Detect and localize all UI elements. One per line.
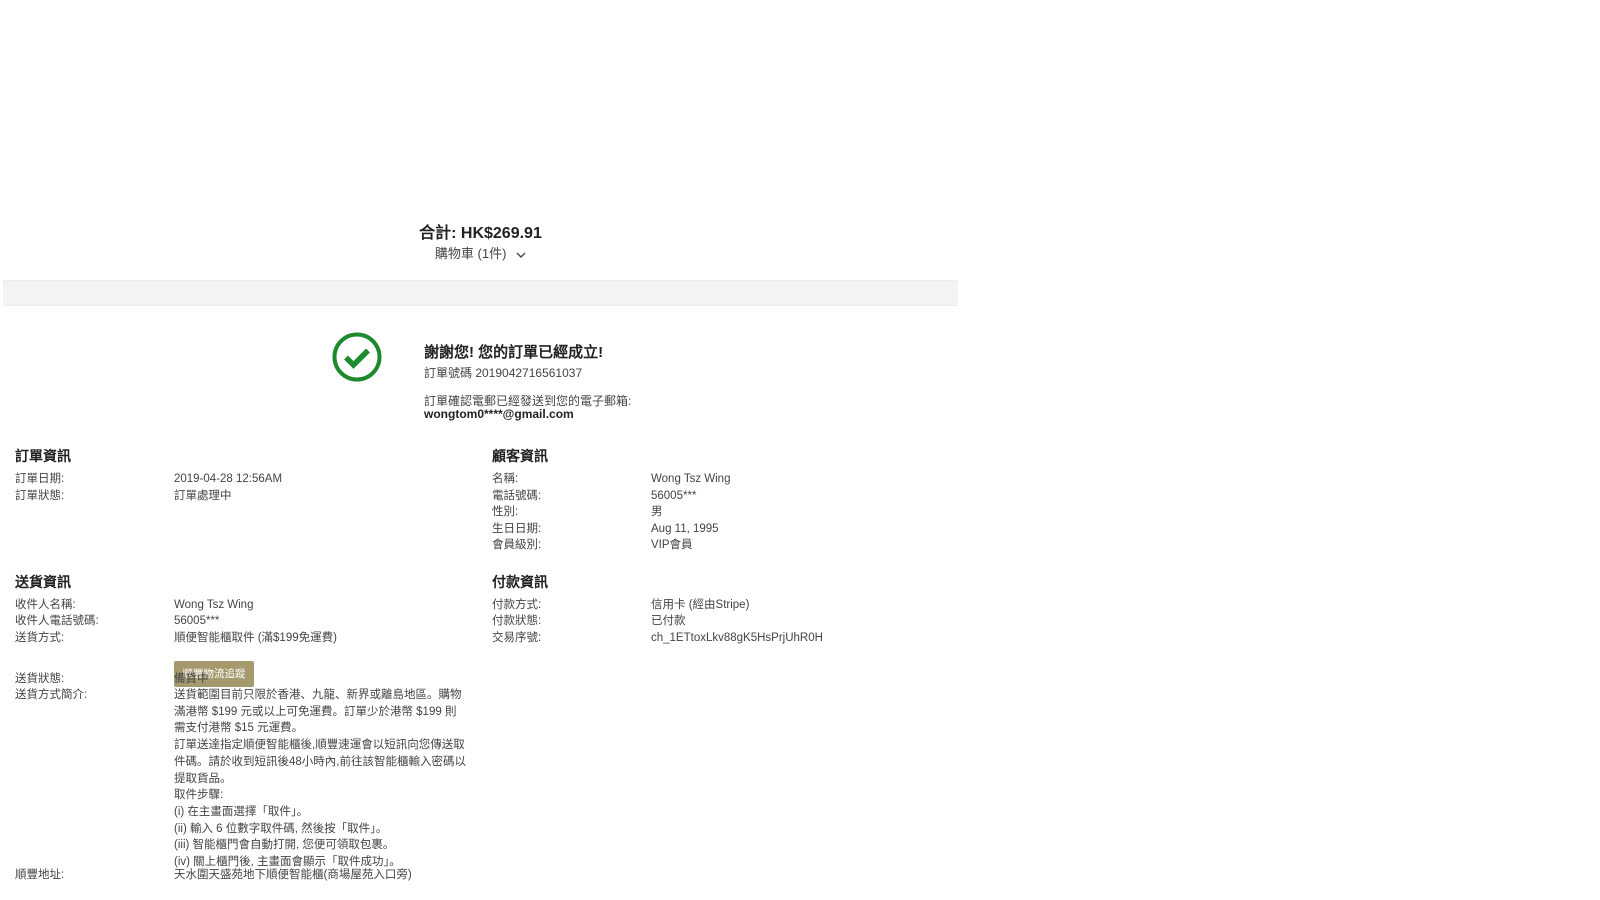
customer-birthday-label: 生日日期: <box>492 523 542 535</box>
customer-gender-label: 性別: <box>492 506 519 518</box>
pickup-steps-heading: 取件步驟: <box>174 789 224 802</box>
sf-address-value: 天水圍天盛苑地下順便智能櫃(商場屋苑入口旁) <box>174 869 412 881</box>
delivery-desc-para: 送貨範圍目前只限於香港、九龍、新界或離島地區。購物滿港幣 $199 元或以上可免… <box>174 689 462 735</box>
payment-method-label: 付款方式: <box>492 599 542 611</box>
payment-status-label: 付款狀態: <box>492 615 542 627</box>
email-address: wongtom0****@gmail.com <box>424 407 574 421</box>
recipient-phone-label: 收件人電話號碼: <box>15 615 99 627</box>
checkout-panel: 合計: HK$269.91 購物車 (1件) 謝謝您! 您的訂單已經成立! 訂單… <box>3 195 958 900</box>
customer-birthday-value: Aug 11, 1995 <box>651 523 719 535</box>
cart-label: 購物車 (1件) <box>434 246 507 261</box>
recipient-name-label: 收件人名稱: <box>15 599 76 611</box>
delivery-method-value: 順便智能櫃取件 (滿$199免運費) <box>174 632 337 644</box>
order-total: 合計: HK$269.91 <box>419 225 542 242</box>
payment-status-value: 已付款 <box>651 615 686 627</box>
order-number: 訂單號碼 2019042716561037 <box>424 366 583 380</box>
pickup-step: (iii) 智能櫃門會自動打開, 您便可領取包裹。 <box>174 839 395 852</box>
delivery-desc-para: 訂單送達指定順便智能櫃後,順豐速運會以短訊向您傳送取件碼。請於收到短訊後48小時… <box>174 739 466 785</box>
delivery-method-label: 送貨方式: <box>15 632 65 644</box>
order-success-title: 謝謝您! 您的訂單已經成立! <box>424 344 604 361</box>
customer-info-title: 顧客資訊 <box>492 448 548 464</box>
delivery-status-label: 送貨狀態: <box>15 673 65 685</box>
order-date-value: 2019-04-28 12:56AM <box>174 473 283 485</box>
order-status-label: 訂單狀態: <box>15 490 65 502</box>
order-date-label: 訂單日期: <box>15 473 65 485</box>
delivery-desc-label: 送貨方式簡介: <box>15 689 88 701</box>
recipient-phone-value: 56005*** <box>174 615 220 627</box>
order-summary: 合計: HK$269.91 購物車 (1件) <box>3 195 958 280</box>
order-status-value: 訂單處理中 <box>174 490 232 502</box>
payment-method-value: 信用卡 (經由Stripe) <box>651 599 750 611</box>
customer-name-value: Wong Tsz Wing <box>651 473 731 485</box>
customer-name-label: 名稱: <box>492 473 519 485</box>
delivery-info-title: 送貨資訊 <box>15 574 71 590</box>
transaction-id-value: ch_1ETtoxLkv88gK5HsPrjUhR0H <box>651 632 823 644</box>
customer-tier-value: VIP會員 <box>651 539 693 551</box>
section-divider <box>3 280 958 306</box>
cart-toggle[interactable]: 購物車 (1件) <box>3 243 958 262</box>
recipient-name-value: Wong Tsz Wing <box>174 599 254 611</box>
customer-tier-label: 會員級別: <box>492 539 542 551</box>
pickup-step: (ii) 輸入 6 位數字取件碼, 然後按「取件」。 <box>174 822 388 835</box>
chevron-down-icon <box>516 247 526 262</box>
delivery-description: 送貨範圍目前只限於香港、九龍、新界或離島地區。購物滿港幣 $199 元或以上可免… <box>174 687 466 871</box>
customer-gender-value: 男 <box>651 506 663 518</box>
customer-phone-value: 56005*** <box>651 490 697 502</box>
pickup-step: (i) 在主畫面選擇「取件」。 <box>174 805 309 818</box>
check-circle-icon <box>332 332 382 382</box>
delivery-status-value: 備貨中 <box>174 673 209 685</box>
payment-info-title: 付款資訊 <box>492 574 548 590</box>
order-info-title: 訂單資訊 <box>15 448 71 464</box>
page: 合計: HK$269.91 購物車 (1件) 謝謝您! 您的訂單已經成立! 訂單… <box>0 0 1600 900</box>
sf-address-label: 順豐地址: <box>15 869 65 881</box>
transaction-id-label: 交易序號: <box>492 632 542 644</box>
customer-phone-label: 電話號碼: <box>492 490 542 502</box>
